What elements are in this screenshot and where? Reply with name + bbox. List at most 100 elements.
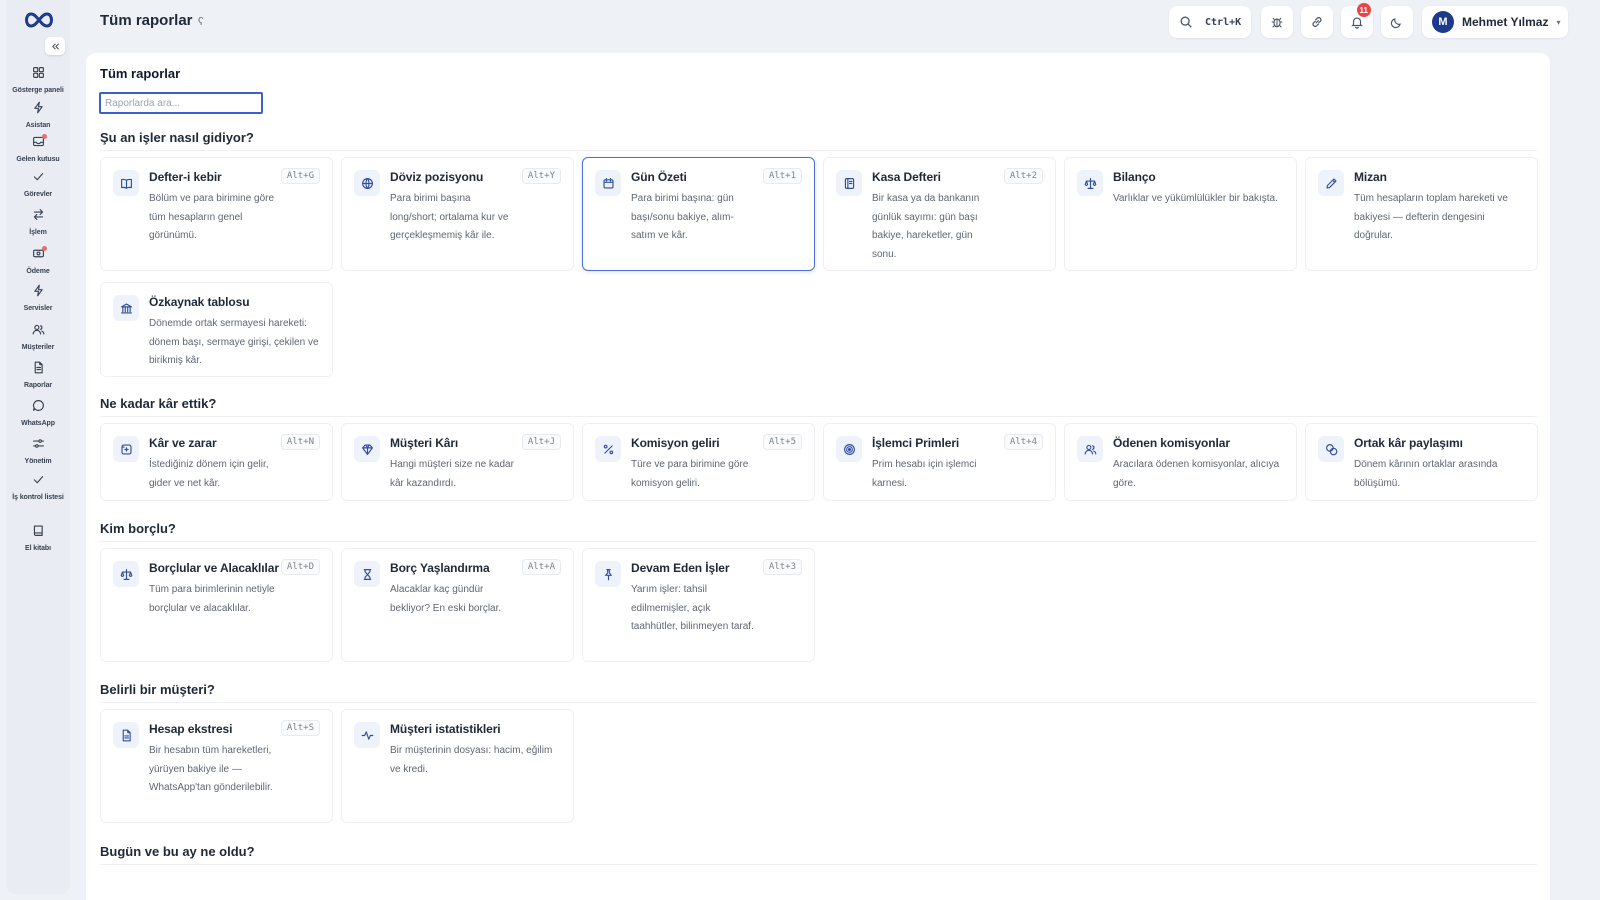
- title-mark: ʕ: [198, 16, 204, 28]
- report-card-description: Tüm para birimlerinin netiyle borçlular …: [149, 584, 275, 614]
- report-card-title: Döviz pozisyonu: [390, 170, 484, 184]
- sidebar-item-label: İşlem: [29, 229, 47, 236]
- section-divider: [100, 150, 1537, 151]
- report-card[interactable]: Komisyon geliri Türe ve para birimine gör…: [582, 423, 815, 501]
- report-icon: [32, 361, 45, 379]
- report-card-description: Para birimi başına long/short; ortalama …: [390, 193, 509, 242]
- sidebar-item-4[interactable]: İşlem: [6, 208, 70, 240]
- shortcut-badge: Alt+N: [280, 434, 320, 450]
- sidebar-item-1[interactable]: Asistan: [6, 101, 70, 133]
- report-card[interactable]: Borçlular ve Alacaklılar Tüm para birimle…: [100, 548, 333, 662]
- report-card[interactable]: Mizan Tüm hesapların toplam hareketi ve b…: [1305, 157, 1538, 271]
- user-name: Mehmet Yılmaz: [1462, 15, 1549, 29]
- sidebar-item-8[interactable]: Raporlar: [6, 361, 70, 393]
- users-icon: [32, 323, 45, 341]
- shortcut-badge: Alt+S: [280, 720, 320, 736]
- shortcut-badge: Alt+4: [1003, 434, 1043, 450]
- report-card[interactable]: Müşteri Kârı Hangi müşteri size ne kadar …: [341, 423, 574, 501]
- user-menu[interactable]: M Mehmet Yılmaz ▾: [1422, 6, 1568, 38]
- sidebar-item-9[interactable]: WhatsApp: [6, 399, 70, 431]
- shortcut-badge: Alt+Y: [521, 168, 561, 184]
- report-card-description: Hangi müşteri size ne kadar kâr kazandır…: [390, 459, 514, 489]
- reports-search-input[interactable]: [99, 92, 263, 114]
- sidebar-item-label: Servisler: [23, 305, 53, 312]
- bolt-icon: [32, 101, 45, 119]
- sidebar-item-10[interactable]: Yönetim: [6, 437, 70, 469]
- sidebar-item-label: Gösterge paneli: [12, 87, 64, 94]
- sidebar-item-0[interactable]: Gösterge paneli: [6, 66, 70, 98]
- sidebar-item-2[interactable]: Gelen kutusu: [6, 134, 70, 167]
- sidebar-item-label: İş kontrol listesi: [12, 494, 64, 501]
- sidebar-item-5[interactable]: Ödeme: [6, 246, 70, 279]
- sidebar-item-3[interactable]: Görevler: [6, 170, 70, 202]
- report-card[interactable]: Gün Özeti Para birimi başına: gün başı/so…: [582, 157, 815, 271]
- global-search-button[interactable]: Ctrl+K: [1169, 6, 1251, 38]
- report-card-description: Tüm hesapların toplam hareketi ve bakiye…: [1354, 193, 1508, 242]
- report-card[interactable]: Borç Yaşlandırma Alacaklar kaç gündür bek…: [341, 548, 574, 662]
- report-card[interactable]: İşlemci Primleri Prim hesabı için işlemci…: [823, 423, 1056, 501]
- report-card-description: Bir müşterinin dosyası: hacim, eğilim ve…: [390, 745, 553, 775]
- settings-sliders-icon: [32, 437, 45, 455]
- report-card[interactable]: Kâr ve zarar İstediğiniz dönem için gelir…: [100, 423, 333, 501]
- report-card-description: Aracılara ödenen komisyonlar, alıcıya gö…: [1113, 459, 1280, 489]
- section-divider: [100, 416, 1537, 417]
- report-card-title: Kasa Defteri: [872, 170, 941, 184]
- shortcut-badge: Alt+J: [521, 434, 561, 450]
- report-card[interactable]: Ödenen komisyonlar Aracılara ödenen komis…: [1064, 423, 1297, 501]
- section-divider: [100, 864, 1537, 865]
- report-card-description: Türe ve para birimine göre komisyon geli…: [631, 459, 749, 489]
- link-button[interactable]: [1301, 6, 1333, 38]
- section-title: Kim borçlu?: [100, 521, 176, 536]
- collapse-sidebar-button[interactable]: [45, 37, 65, 55]
- section-divider: [100, 541, 1537, 542]
- report-card-title: Devam Eden İşler: [631, 561, 730, 575]
- scale-icon: [113, 561, 139, 587]
- report-card-title: Komisyon geliri: [631, 436, 720, 450]
- report-card-title: Hesap ekstresi: [149, 722, 233, 736]
- coins-icon: [1318, 436, 1344, 462]
- shortcut-badge: Alt+G: [280, 168, 320, 184]
- report-card[interactable]: Özkaynak tablosu Dönemde ortak sermayesi …: [100, 282, 333, 377]
- sidebar-item-label: Gelen kutusu: [16, 156, 60, 163]
- report-card-title: Müşteri istatistikleri: [390, 722, 501, 736]
- report-card-description: Alacaklar kaç gündür bekliyor? En eski b…: [390, 584, 502, 614]
- report-card-description: Varlıklar ve yükümlülükler bir bakışta.: [1113, 193, 1278, 204]
- logo-icon[interactable]: [22, 10, 56, 30]
- report-card[interactable]: Ortak kâr paylaşımı Dönem kârının ortakla…: [1305, 423, 1538, 501]
- sidebar-item-label: Müşteriler: [21, 344, 55, 351]
- shortcut-badge: Alt+D: [280, 559, 320, 575]
- sidebar-item-label: Görevler: [24, 191, 52, 198]
- report-card-title: Gün Özeti: [631, 170, 687, 184]
- report-card-title: Bilanço: [1113, 170, 1156, 184]
- report-card[interactable]: Devam Eden İşler Yarım işler: tahsil edil…: [582, 548, 815, 662]
- report-card-title: Mizan: [1354, 170, 1387, 184]
- report-card-title: Kâr ve zarar: [149, 436, 217, 450]
- report-card[interactable]: Müşteri istatistikleri Bir müşterinin dos…: [341, 709, 574, 823]
- report-card[interactable]: Bilanço Varlıklar ve yükümlülükler bir ba…: [1064, 157, 1297, 271]
- users-icon: [1077, 436, 1103, 462]
- sidebar-item-label: Ödeme: [26, 268, 50, 275]
- report-card-title: Ortak kâr paylaşımı: [1354, 436, 1463, 450]
- sidebar-item-12[interactable]: El kitabı: [6, 524, 70, 556]
- report-card-description: Bir kasa ya da bankanın günlük sayımı: g…: [872, 193, 980, 260]
- sidebar-item-6[interactable]: Servisler: [6, 284, 70, 316]
- section-title: Bugün ve bu ay ne oldu?: [100, 844, 255, 859]
- sidebar-item-7[interactable]: Müşteriler: [6, 323, 70, 355]
- sidebar-item-label: Raporlar: [24, 382, 52, 389]
- debug-button[interactable]: [1261, 6, 1293, 38]
- avatar: M: [1432, 11, 1454, 33]
- report-card[interactable]: Kasa Defteri Bir kasa ya da bankanın günl…: [823, 157, 1056, 271]
- report-card[interactable]: Döviz pozisyonu Para birimi başına long/s…: [341, 157, 574, 271]
- report-card-description: Dönem kârının ortaklar arasında bölüşümü…: [1354, 459, 1498, 489]
- report-card-description: Prim hesabı için işlemci karnesi.: [872, 459, 977, 489]
- book-icon: [32, 524, 45, 542]
- notifications-button[interactable]: 11: [1341, 3, 1373, 38]
- scale-icon: [1077, 170, 1103, 196]
- theme-toggle-button[interactable]: [1381, 6, 1413, 38]
- sidebar-item-11[interactable]: İş kontrol listesi: [6, 473, 70, 505]
- report-card-title: Ödenen komisyonlar: [1113, 436, 1230, 450]
- sidebar-item-label: Yönetim: [24, 458, 52, 465]
- report-card[interactable]: Defter-i kebir Bölüm ve para birimine gör…: [100, 157, 333, 271]
- report-card[interactable]: Hesap ekstresi Bir hesabın tüm hareketler…: [100, 709, 333, 823]
- report-card-title: Borçlular ve Alacaklılar: [149, 561, 279, 575]
